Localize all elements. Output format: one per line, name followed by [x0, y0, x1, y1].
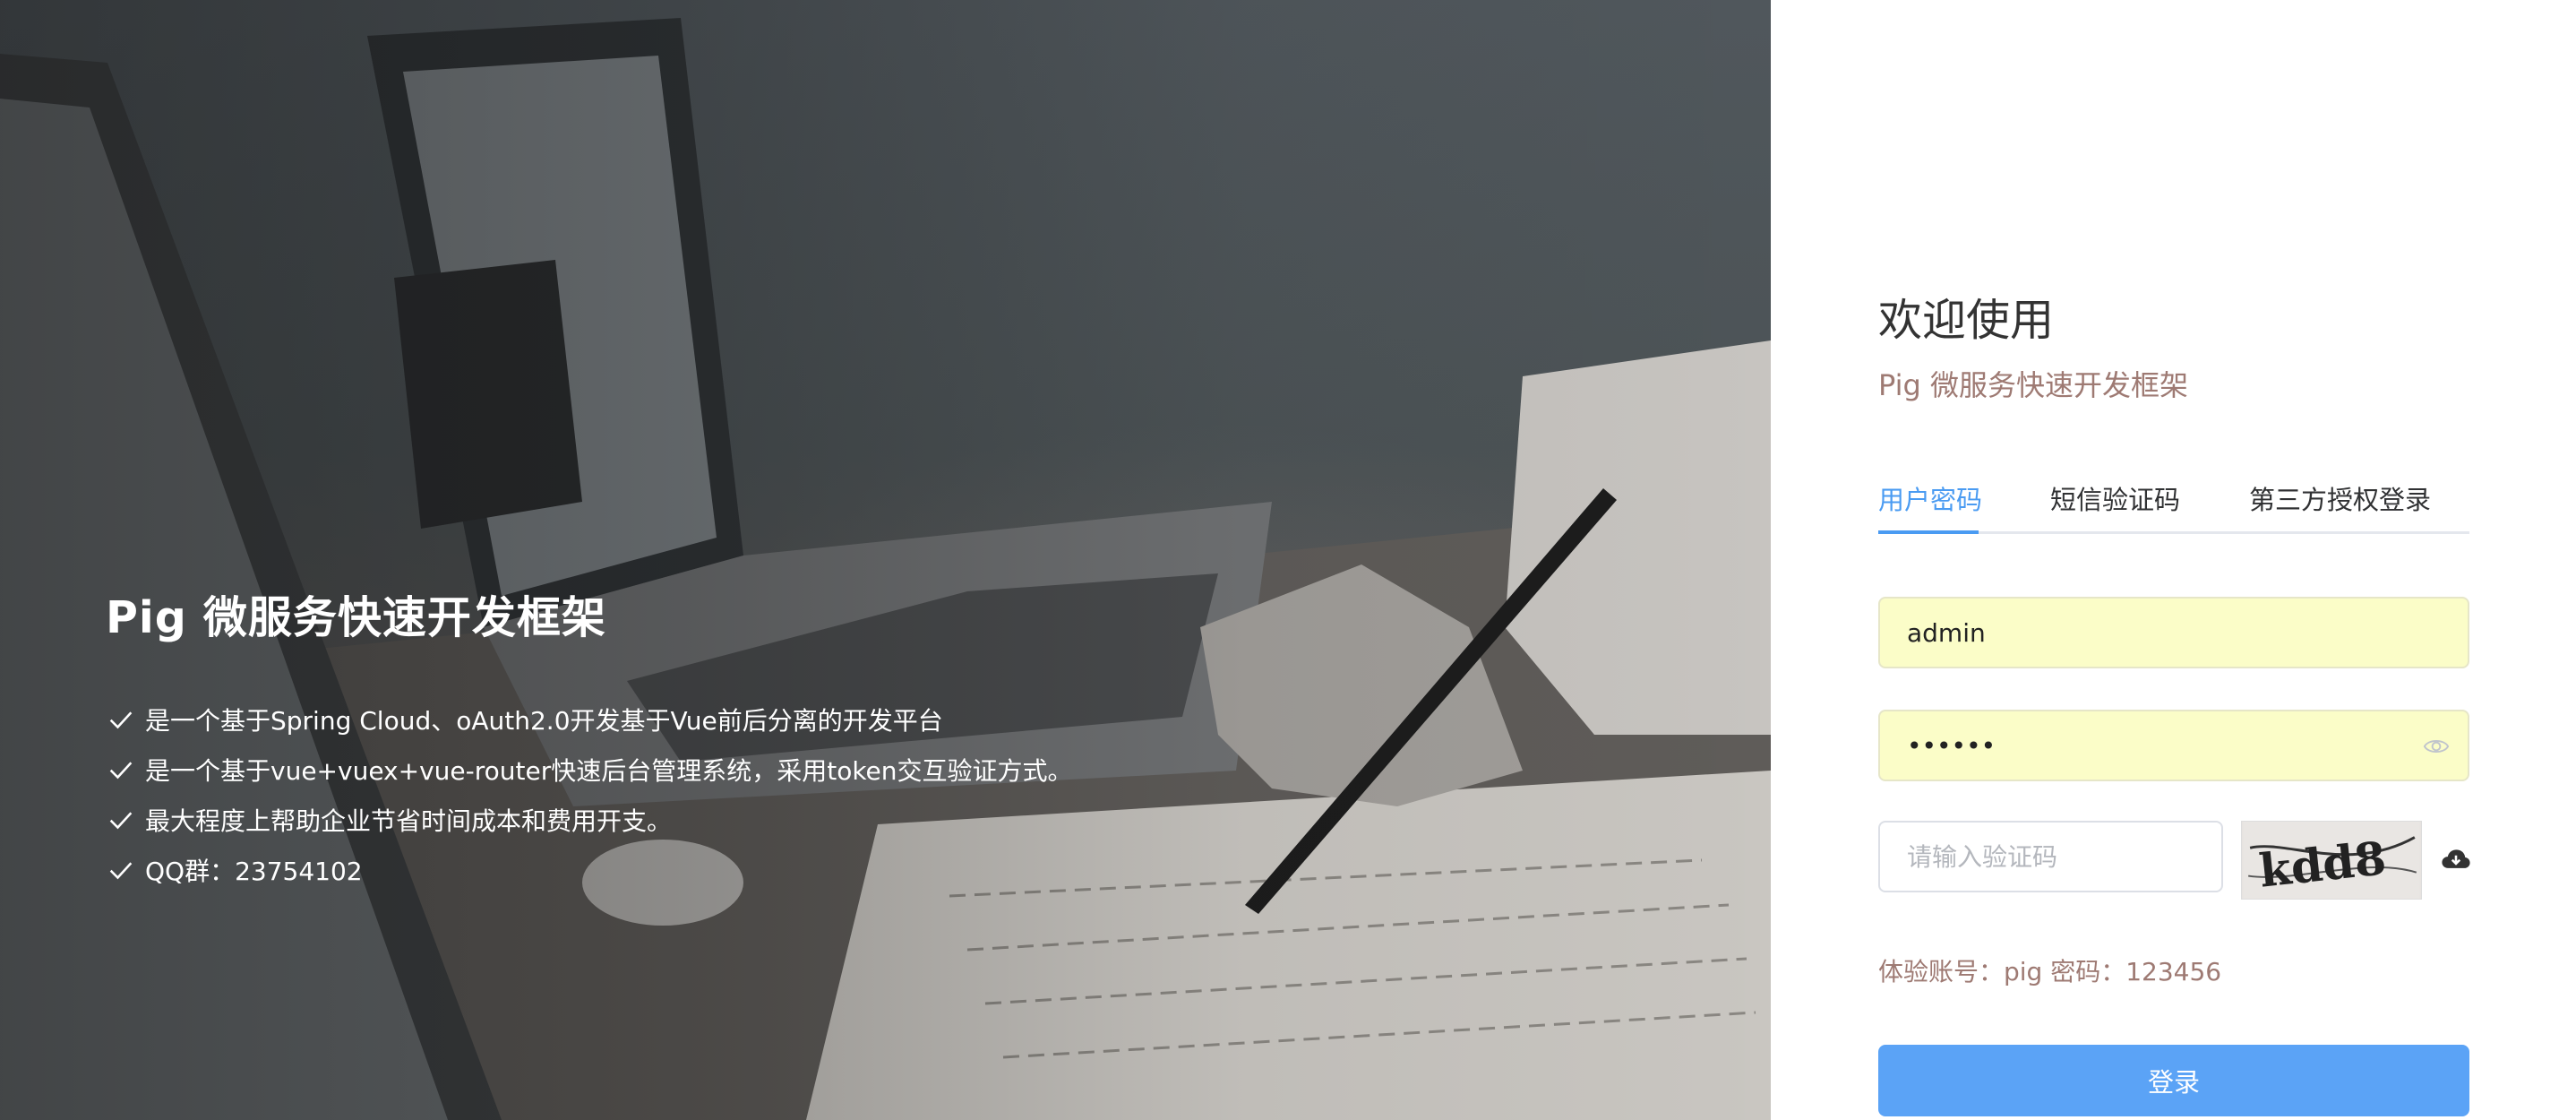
feature-item: 是一个基于vue+vuex+vue-router快速后台管理系统，采用token… [106, 745, 1073, 795]
check-icon [109, 812, 133, 830]
username-input[interactable] [1880, 599, 2468, 667]
hero-title: Pig 微服务快速开发框架 [106, 592, 606, 643]
password-input[interactable] [1880, 711, 2468, 780]
login-tabs: 用户密码 短信验证码 第三方授权登录 [1878, 477, 2469, 534]
tab-third-party-login[interactable]: 第三方授权登录 [2249, 477, 2431, 534]
tab-sms-login[interactable]: 短信验证码 [2050, 477, 2180, 534]
login-button[interactable]: 登录 [1878, 1045, 2469, 1116]
check-icon [109, 762, 133, 780]
check-icon [109, 711, 133, 729]
captcha-image[interactable]: kdd8 [2241, 821, 2422, 900]
password-field [1878, 710, 2469, 781]
username-field [1878, 597, 2469, 668]
active-tab-indicator [1878, 530, 1979, 534]
feature-item: 是一个基于Spring Cloud、oAuth2.0开发基于Vue前后分离的开发… [106, 694, 1073, 745]
captcha-field [1878, 821, 2223, 892]
trial-account-info: 体验账号：pig 密码：123456 [1878, 957, 2222, 986]
cloud-download-icon[interactable] [2441, 846, 2471, 873]
feature-text: 最大程度上帮助企业节省时间成本和费用开支。 [145, 806, 673, 836]
tab-password-login[interactable]: 用户密码 [1878, 477, 1982, 534]
feature-list: 是一个基于Spring Cloud、oAuth2.0开发基于Vue前后分离的开发… [106, 694, 1073, 895]
login-subtitle: Pig 微服务快速开发框架 [1878, 368, 2188, 402]
eye-icon[interactable] [2421, 733, 2451, 760]
feature-text: 是一个基于vue+vuex+vue-router快速后台管理系统，采用token… [145, 756, 1073, 786]
captcha-input[interactable] [1880, 823, 2221, 891]
feature-text: QQ群：23754102 [145, 857, 363, 886]
feature-text: 是一个基于Spring Cloud、oAuth2.0开发基于Vue前后分离的开发… [145, 706, 943, 736]
hero-panel: Pig 微服务快速开发框架 是一个基于Spring Cloud、oAuth2.0… [0, 0, 1771, 1120]
welcome-title: 欢迎使用 [1878, 295, 2055, 346]
feature-item: QQ群：23754102 [106, 845, 1073, 895]
feature-item: 最大程度上帮助企业节省时间成本和费用开支。 [106, 795, 1073, 845]
check-icon [109, 862, 133, 880]
login-panel: 欢迎使用 Pig 微服务快速开发框架 用户密码 短信验证码 第三方授权登录 kd… [1771, 0, 2576, 1120]
